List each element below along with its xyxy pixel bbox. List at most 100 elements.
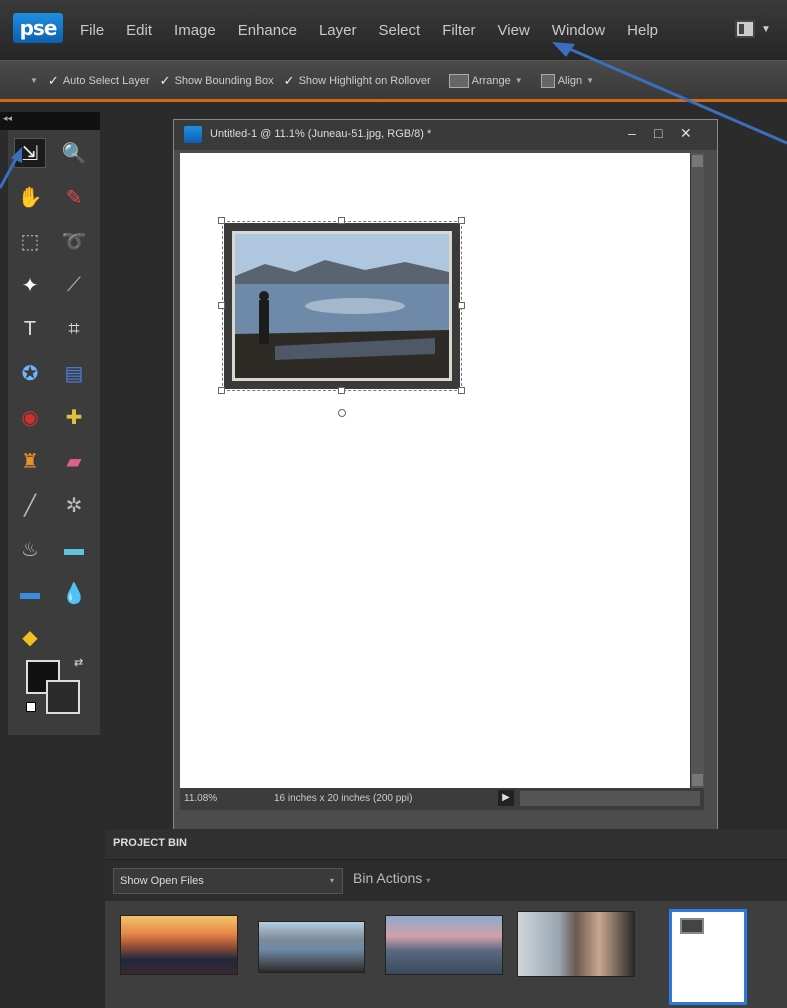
minimize-button[interactable]: – xyxy=(628,125,636,141)
pse-doc-icon xyxy=(184,126,202,143)
maximize-button[interactable]: □ xyxy=(654,125,662,141)
show-highlight-checkbox[interactable]: ✓ Show Highlight on Rollover xyxy=(284,73,431,89)
chevron-down-icon: ▾ xyxy=(426,876,431,885)
marquee-tool[interactable]: ⬚ xyxy=(14,226,46,256)
lasso-tool[interactable]: ➰ xyxy=(58,226,90,256)
vertical-scrollbar[interactable] xyxy=(690,153,704,788)
play-icon[interactable]: ▶ xyxy=(498,790,514,806)
show-files-select[interactable]: Show Open Files ▾ xyxy=(113,868,343,894)
menu-edit[interactable]: Edit xyxy=(126,22,152,39)
crop-tool[interactable]: ⌗ xyxy=(58,314,90,344)
document-dimensions: 16 inches x 20 inches (200 ppi) xyxy=(274,793,413,804)
horizontal-scrollbar[interactable] xyxy=(520,791,700,806)
eyedropper-tool[interactable]: ✎ xyxy=(58,182,90,212)
thumbnail-photo-preview xyxy=(680,918,704,934)
photo-layer[interactable] xyxy=(224,223,460,389)
chevron-down-icon: ▼ xyxy=(514,76,523,85)
shape-tool[interactable]: ▬ xyxy=(14,578,46,608)
transform-handle[interactable] xyxy=(458,387,465,394)
swap-colors-icon[interactable]: ⇄ xyxy=(74,656,83,669)
transform-handle[interactable] xyxy=(218,302,225,309)
transform-handle[interactable] xyxy=(218,217,225,224)
pse-logo: pse xyxy=(13,13,63,43)
align-label: Align xyxy=(557,74,583,87)
rotate-handle[interactable] xyxy=(338,409,346,417)
project-bin-tray xyxy=(105,901,787,1008)
menu-window[interactable]: Window xyxy=(552,22,605,39)
transform-handle[interactable] xyxy=(338,217,345,224)
menu-enhance[interactable]: Enhance xyxy=(238,22,297,39)
check-icon: ✓ xyxy=(283,72,295,88)
thumbnail-couple-glacier[interactable] xyxy=(517,911,635,977)
straighten-tool[interactable]: ▤ xyxy=(58,358,90,388)
close-button[interactable]: ✕ xyxy=(680,125,692,142)
blur-tool[interactable]: 💧 xyxy=(58,578,90,608)
show-bounding-box-label: Show Bounding Box xyxy=(174,74,274,87)
hand-tool[interactable]: ✋ xyxy=(14,182,46,212)
paint-bucket-tool[interactable]: ♨ xyxy=(14,534,46,564)
zoom-tool[interactable]: 🔍 xyxy=(58,138,90,168)
chevron-down-icon: ▼ xyxy=(761,24,771,35)
scroll-down-arrow[interactable] xyxy=(692,774,703,786)
gradient-tool[interactable]: ▬ xyxy=(58,534,90,564)
menu-select[interactable]: Select xyxy=(378,22,420,39)
workspace-button[interactable]: ▼ xyxy=(735,20,775,40)
transform-handle[interactable] xyxy=(458,217,465,224)
type-tool[interactable]: T xyxy=(14,314,46,344)
transform-handle[interactable] xyxy=(458,302,465,309)
project-bin-controls: Show Open Files ▾ Bin Actions ▾ xyxy=(105,859,787,901)
tool-options-toggle[interactable]: ▼ xyxy=(26,76,38,85)
menu-view[interactable]: View xyxy=(498,22,530,39)
background-color-swatch[interactable] xyxy=(46,680,80,714)
cookie-cutter-tool[interactable]: ✪ xyxy=(14,358,46,388)
magic-wand-tool[interactable]: ✦ xyxy=(14,270,46,300)
align-button[interactable]: Align ▼ xyxy=(540,73,595,88)
arrange-label: Arrange xyxy=(471,74,511,87)
photo-scene xyxy=(235,234,449,378)
default-colors-icon[interactable] xyxy=(26,702,36,712)
brush-tool[interactable]: ╱ xyxy=(14,490,46,520)
document-window: Untitled-1 @ 11.1% (Juneau-51.jpg, RGB/8… xyxy=(173,119,718,849)
toolbox-handle[interactable]: ◂◂ xyxy=(0,112,100,130)
chevron-down-icon: ▼ xyxy=(30,76,38,85)
thumbnail-lake-fisherman[interactable] xyxy=(258,921,365,973)
scroll-up-arrow[interactable] xyxy=(692,155,703,167)
healing-brush-tool[interactable]: ✚ xyxy=(58,402,90,432)
chevron-down-icon: ▾ xyxy=(329,876,334,885)
menu-help[interactable]: Help xyxy=(627,22,658,39)
quick-selection-tool[interactable]: ⟋ xyxy=(58,270,90,300)
menu-bar: pse File Edit Image Enhance Layer Select Filte… xyxy=(0,0,787,60)
thumbnail-mountains-dusk[interactable] xyxy=(385,915,503,975)
document-canvas[interactable] xyxy=(180,153,690,788)
menu-image[interactable]: Image xyxy=(174,22,216,39)
show-highlight-label: Show Highlight on Rollover xyxy=(298,74,431,87)
thumbnail-untitled-document[interactable] xyxy=(669,909,747,1005)
transform-handle[interactable] xyxy=(338,387,345,394)
red-eye-tool[interactable]: ◉ xyxy=(14,402,46,432)
smart-brush-tool[interactable]: ✲ xyxy=(58,490,90,520)
layout-icon xyxy=(735,20,755,38)
toolbox: ⇄ ⇲ 🔍 ✋ ✎ ⬚ ➰ ✦ ⟋ T ⌗ ✪ ▤ ◉ ✚ ♜ ▰ ╱ ✲ ♨ ▬ ▬ 💧 ◆ xyxy=(8,130,100,735)
auto-select-layer-checkbox[interactable]: ✓ Auto Select Layer xyxy=(48,73,150,89)
auto-select-layer-label: Auto Select Layer xyxy=(62,74,150,87)
sponge-tool[interactable]: ◆ xyxy=(14,622,46,652)
check-icon: ✓ xyxy=(47,72,59,88)
arrange-button[interactable]: Arrange ▼ xyxy=(448,73,523,88)
show-bounding-box-checkbox[interactable]: ✓ Show Bounding Box xyxy=(160,73,274,89)
eraser-tool[interactable]: ▰ xyxy=(58,446,90,476)
thumbnail-sunset[interactable] xyxy=(120,915,238,975)
bin-actions-menu[interactable]: Bin Actions ▾ xyxy=(353,870,430,886)
menu-file[interactable]: File xyxy=(80,22,104,39)
menu-layer[interactable]: Layer xyxy=(319,22,357,39)
document-title-bar[interactable]: Untitled-1 @ 11.1% (Juneau-51.jpg, RGB/8… xyxy=(174,120,717,150)
move-tool[interactable]: ⇲ xyxy=(14,138,46,168)
document-status-bar: 11.08% 16 inches x 20 inches (200 ppi) ▶ xyxy=(180,788,704,810)
transform-handle[interactable] xyxy=(218,387,225,394)
chevron-down-icon: ▼ xyxy=(586,76,595,85)
menu-filter[interactable]: Filter xyxy=(442,22,475,39)
accent-stripe xyxy=(0,99,787,102)
collapse-icon: ◂◂ xyxy=(3,113,13,123)
clone-stamp-tool[interactable]: ♜ xyxy=(14,446,46,476)
align-icon xyxy=(540,73,555,88)
juneau-photo xyxy=(235,234,449,378)
